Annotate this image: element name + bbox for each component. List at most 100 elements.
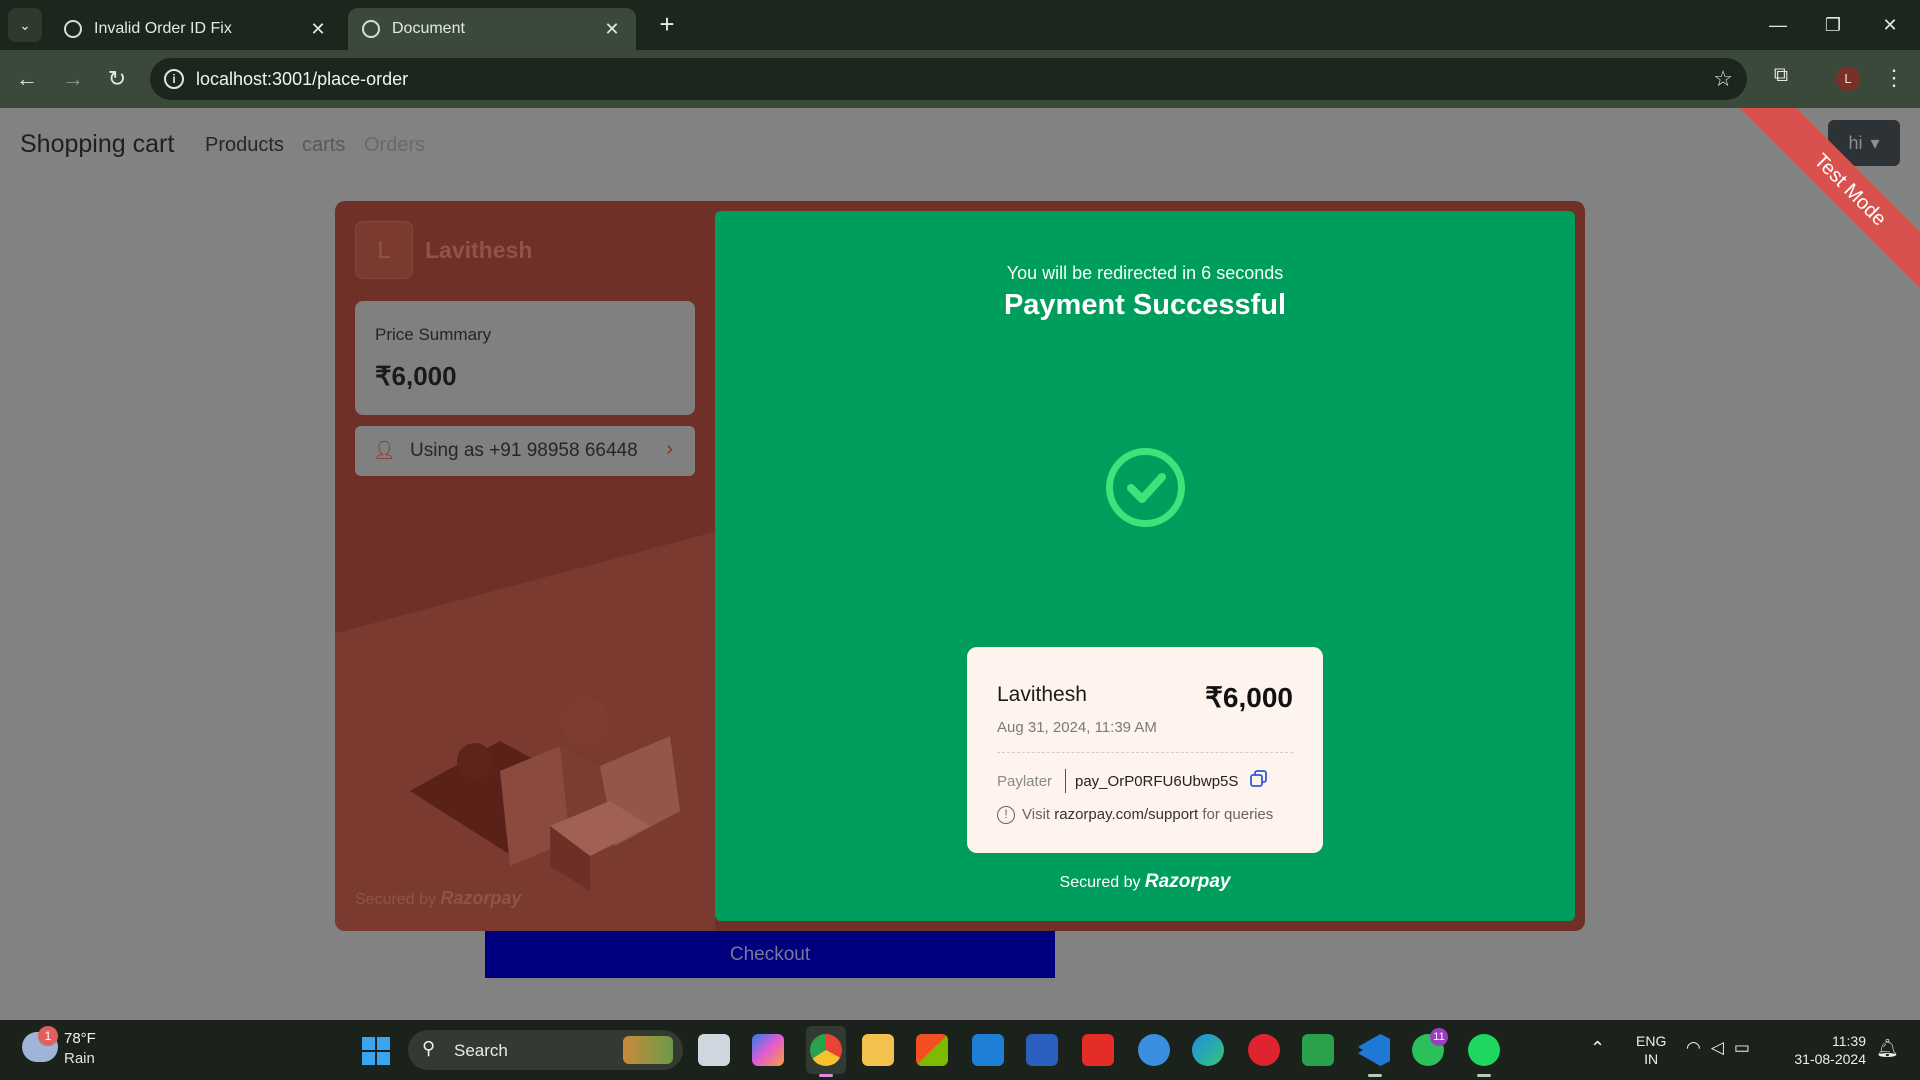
razorpay-logo: Razorpay (440, 888, 522, 908)
vscode-icon[interactable] (1358, 1034, 1390, 1066)
weather-condition[interactable]: Rain (64, 1050, 95, 1067)
windows-taskbar: 1 78°F Rain ⚲ Search 11 ⌃ ENG IN ◠◁▭ 11:… (0, 1020, 1920, 1080)
receipt-amount: ₹6,000 (1205, 682, 1293, 713)
url-text: localhost:3001/place-order (196, 69, 409, 89)
browser-menu-icon[interactable]: ⋮ (1880, 62, 1908, 94)
task-view-icon[interactable] (698, 1034, 730, 1066)
clock-time: 11:39 (1832, 1033, 1866, 1049)
minimize-button[interactable]: — (1758, 12, 1798, 38)
payment-id: pay_OrP0RFU6Ubwp5S (1075, 773, 1239, 790)
receipt-divider (997, 752, 1293, 753)
running-indicator (819, 1074, 833, 1077)
edge-icon[interactable] (1192, 1034, 1224, 1066)
payment-success-panel: You will be redirected in 6 seconds Paym… (715, 211, 1575, 921)
search-icon: ⚲ (422, 1038, 436, 1058)
language-indicator[interactable]: ENG IN (1636, 1032, 1666, 1068)
tab-document[interactable]: Document ✕ (348, 8, 636, 50)
secured-by-right: Secured by Razorpay (715, 871, 1575, 893)
file-explorer-icon[interactable] (862, 1034, 894, 1066)
nav-orders[interactable]: Orders (364, 134, 425, 157)
wifi-icon[interactable]: ◠ (1686, 1038, 1711, 1057)
payment-success-title: Payment Successful (1003, 289, 1287, 321)
support-link[interactable]: razorpay.com/support (1054, 806, 1198, 823)
profile-avatar[interactable]: L (1836, 67, 1860, 91)
word-icon[interactable] (1026, 1034, 1058, 1066)
copilot-icon[interactable] (752, 1034, 784, 1066)
user-icon: 👤︎ (373, 440, 396, 460)
bookmark-star-icon[interactable]: ☆ (1713, 66, 1733, 92)
notification-bell-icon[interactable]: 🔔︎ (1876, 1038, 1899, 1059)
globe-icon (362, 20, 380, 38)
running-indicator (1368, 1074, 1382, 1077)
clock-date: 31-08-2024 (1794, 1051, 1866, 1067)
classroom-icon[interactable] (1302, 1034, 1334, 1066)
price-summary-amount: ₹6,000 (375, 361, 457, 391)
copy-icon[interactable] (1250, 770, 1267, 787)
test-mode-label: Test Mode (1729, 108, 1920, 288)
language-line1: ENG (1636, 1033, 1667, 1049)
tab-invalid-order[interactable]: Invalid Order ID Fix ✕ (50, 8, 342, 50)
tab-search-button[interactable]: ⌄ (8, 8, 42, 42)
chatgpt-icon (64, 20, 82, 38)
system-tray-icons[interactable]: ◠◁▭ (1686, 1038, 1760, 1058)
myhp-icon[interactable] (972, 1034, 1004, 1066)
secured-by-text: Secured by (1059, 874, 1141, 891)
info-circle-icon: ! (997, 806, 1015, 824)
nav-products[interactable]: Products (205, 134, 284, 157)
extensions-icon[interactable]: ⧉ (1767, 64, 1795, 92)
shopping-bags-illustration (410, 697, 680, 891)
windows-start-icon[interactable] (362, 1037, 390, 1065)
search-highlight-icon (623, 1036, 673, 1064)
nav-carts[interactable]: carts (302, 134, 345, 157)
navbar-brand[interactable]: Shopping cart (20, 130, 174, 159)
clock[interactable]: 11:39 31-08-2024 (1786, 1032, 1866, 1068)
volume-icon[interactable]: ◁ (1711, 1038, 1734, 1057)
spotify-icon[interactable] (1468, 1034, 1500, 1066)
microsoft-store-icon[interactable] (916, 1034, 948, 1066)
battery-icon[interactable]: ▭ (1734, 1038, 1760, 1057)
close-window-button[interactable]: ✕ (1870, 12, 1910, 38)
chrome-icon[interactable] (810, 1034, 842, 1066)
show-hidden-icons-chevron-icon[interactable]: ⌃ (1590, 1038, 1605, 1059)
toolbar: ← → ↻ i localhost:3001/place-order ☆ (0, 50, 1920, 108)
tab-title: Invalid Order ID Fix (94, 20, 232, 37)
get-help-icon[interactable] (1138, 1034, 1170, 1066)
pinterest-icon[interactable] (1248, 1034, 1280, 1066)
support-suffix: for queries (1202, 806, 1274, 823)
test-mode-ribbon: Test Mode (1700, 108, 1920, 288)
support-text: Visit razorpay.com/support for queries (1022, 806, 1273, 823)
youtube-icon[interactable] (1082, 1034, 1114, 1066)
search-label: Search (454, 1041, 508, 1060)
method-divider (1065, 769, 1066, 793)
razorpay-logo: Razorpay (1144, 871, 1231, 892)
taskbar-search[interactable]: ⚲ Search (408, 1030, 683, 1070)
checkout-button[interactable]: Checkout (485, 931, 1055, 978)
new-tab-button[interactable]: + (652, 10, 682, 40)
weather-badge: 1 (38, 1026, 58, 1046)
reload-button[interactable]: ↻ (102, 64, 132, 94)
site-info-icon[interactable]: i (164, 69, 184, 89)
payment-receipt-card: Lavithesh ₹6,000 Aug 31, 2024, 11:39 AM … (967, 647, 1323, 853)
back-button[interactable]: ← (12, 64, 42, 94)
secured-by-text: Secured by (355, 891, 436, 908)
merchant-logo: L (355, 221, 413, 279)
forward-button[interactable]: → (58, 64, 88, 94)
whatsapp-badge: 11 (1430, 1028, 1448, 1046)
tab-title: Document (392, 20, 465, 37)
receipt-name: Lavithesh (997, 683, 1087, 706)
close-tab-icon[interactable]: ✕ (602, 19, 622, 40)
restore-button[interactable]: ❐ (1813, 12, 1853, 38)
price-summary-card: Price Summary ₹6,000 (355, 301, 695, 415)
support-prefix: Visit (1022, 806, 1051, 823)
temperature[interactable]: 78°F (64, 1030, 96, 1047)
language-line2: IN (1644, 1051, 1659, 1067)
check-circle-icon (1106, 448, 1185, 527)
address-bar[interactable]: i localhost:3001/place-order ☆ (150, 58, 1747, 100)
merchant-name: Lavithesh (425, 237, 533, 263)
secured-by-left: Secured by Razorpay (355, 888, 521, 909)
close-tab-icon[interactable]: ✕ (308, 19, 328, 40)
redirect-countdown: You will be redirected in 6 seconds (1006, 263, 1284, 283)
payment-method: Paylater (997, 773, 1053, 790)
contact-row[interactable]: 👤︎ Using as +91 98958 66448 › (355, 426, 695, 476)
chevron-right-icon: › (666, 438, 673, 460)
